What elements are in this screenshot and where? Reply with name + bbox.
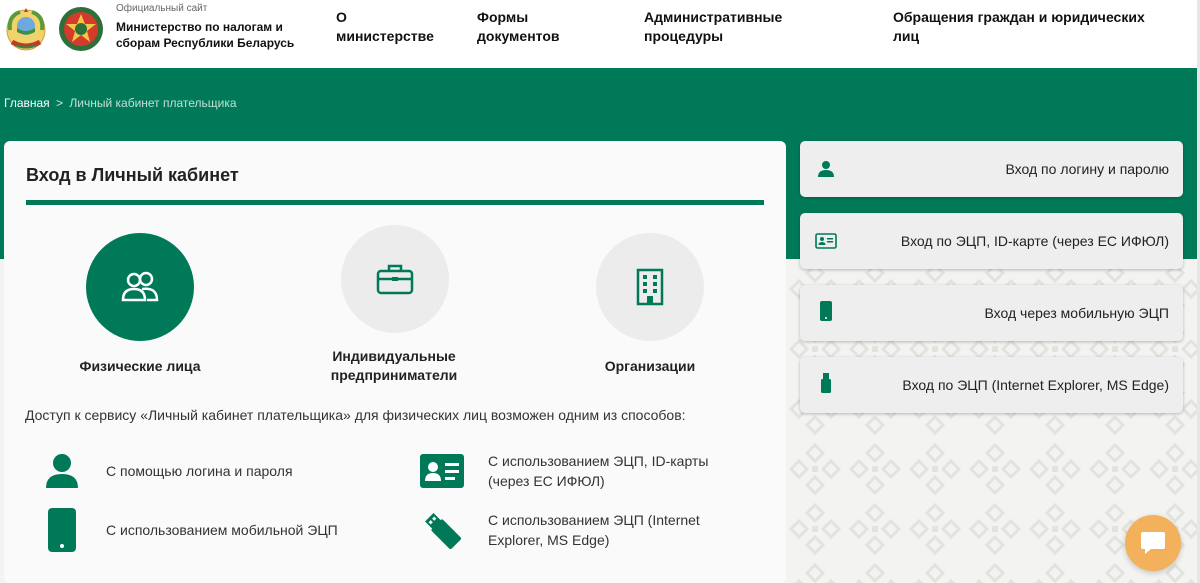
chat-button[interactable] <box>1125 515 1181 571</box>
site-header: Официальный сайт Министерство по налогам… <box>0 0 1200 68</box>
nav-item-about[interactable]: О министерстве <box>336 8 446 46</box>
breadcrumb-current: Личный кабинет плательщика <box>69 96 237 110</box>
login-card: Вход в Личный кабинет Физические лица Ин… <box>4 141 786 583</box>
login-by-password-label: Вход по логину и паролю <box>1005 161 1170 177</box>
nav-item-appeals[interactable]: Обращения граждан и юридических лиц <box>893 8 1173 46</box>
id-card-icon <box>815 233 837 249</box>
login-by-ecp-idcard-label: Вход по ЭЦП, ID-карте (через ЕС ИФЮЛ) <box>900 233 1169 249</box>
chat-bubble-icon <box>1141 532 1165 554</box>
people-icon <box>121 271 159 302</box>
user-icon <box>46 454 78 488</box>
type-organizations-button[interactable] <box>596 233 704 341</box>
type-organizations-label[interactable]: Организации <box>570 357 730 376</box>
usb-key-icon <box>821 373 831 393</box>
login-by-ecp-idcard-button[interactable]: Вход по ЭЦП, ID-карте (через ЕС ИФЮЛ) <box>800 213 1183 269</box>
card-title-underline <box>26 200 764 205</box>
site-name[interactable]: Министерство по налогам и сборам Республ… <box>116 19 326 51</box>
usb-key-icon <box>425 513 461 549</box>
breadcrumb: Главная > Личный кабинет плательщика <box>4 96 237 110</box>
method-mobile-ecp-label: С использованием мобильной ЭЦП <box>106 522 338 538</box>
login-by-mobile-ecp-label: Вход через мобильную ЭЦП <box>984 305 1169 321</box>
id-card-icon <box>420 454 464 488</box>
breadcrumb-separator: > <box>56 96 64 110</box>
type-individuals-button[interactable] <box>86 233 194 341</box>
card-title: Вход в Личный кабинет <box>26 165 239 185</box>
breadcrumb-home[interactable]: Главная <box>4 96 50 110</box>
mobile-phone-icon <box>48 508 76 552</box>
user-icon <box>818 161 834 177</box>
nav-item-forms[interactable]: Формы документов <box>477 8 577 46</box>
building-icon <box>636 268 664 306</box>
access-description: Доступ к сервису «Личный кабинет платель… <box>25 407 686 423</box>
type-individuals-label[interactable]: Физические лица <box>60 357 220 376</box>
mobile-phone-icon <box>820 301 832 321</box>
method-ecp-browser: С использованием ЭЦП (Internet Explorer,… <box>417 505 757 555</box>
method-login-password-label: С помощью логина и пароля <box>106 463 293 479</box>
type-entrepreneurs-label[interactable]: Индивидуальные предприниматели <box>314 347 474 385</box>
type-entrepreneurs-button[interactable] <box>341 225 449 333</box>
site-tag: Официальный сайт <box>116 3 208 14</box>
login-by-mobile-ecp-button[interactable]: Вход через мобильную ЭЦП <box>800 285 1183 341</box>
method-ecp-idcard-label: С использованием ЭЦП, ID-карты (через ЕС… <box>488 453 709 489</box>
method-mobile-ecp: С использованием мобильной ЭЦП <box>37 505 377 555</box>
login-by-ecp-browser-button[interactable]: Вход по ЭЦП (Internet Explorer, MS Edge) <box>800 357 1183 413</box>
briefcase-icon <box>376 264 414 295</box>
method-login-password: С помощью логина и пароля <box>37 451 377 491</box>
login-by-ecp-browser-label: Вход по ЭЦП (Internet Explorer, MS Edge) <box>902 377 1169 393</box>
belarus-emblem-icon[interactable] <box>4 6 48 52</box>
login-by-password-button[interactable]: Вход по логину и паролю <box>800 141 1183 197</box>
ministry-emblem-icon[interactable] <box>58 6 104 52</box>
method-ecp-browser-label: С использованием ЭЦП (Internet Explorer,… <box>488 512 700 548</box>
nav-item-procedures[interactable]: Административные процедуры <box>644 8 804 46</box>
method-ecp-idcard: С использованием ЭЦП, ID-карты (через ЕС… <box>417 451 757 491</box>
